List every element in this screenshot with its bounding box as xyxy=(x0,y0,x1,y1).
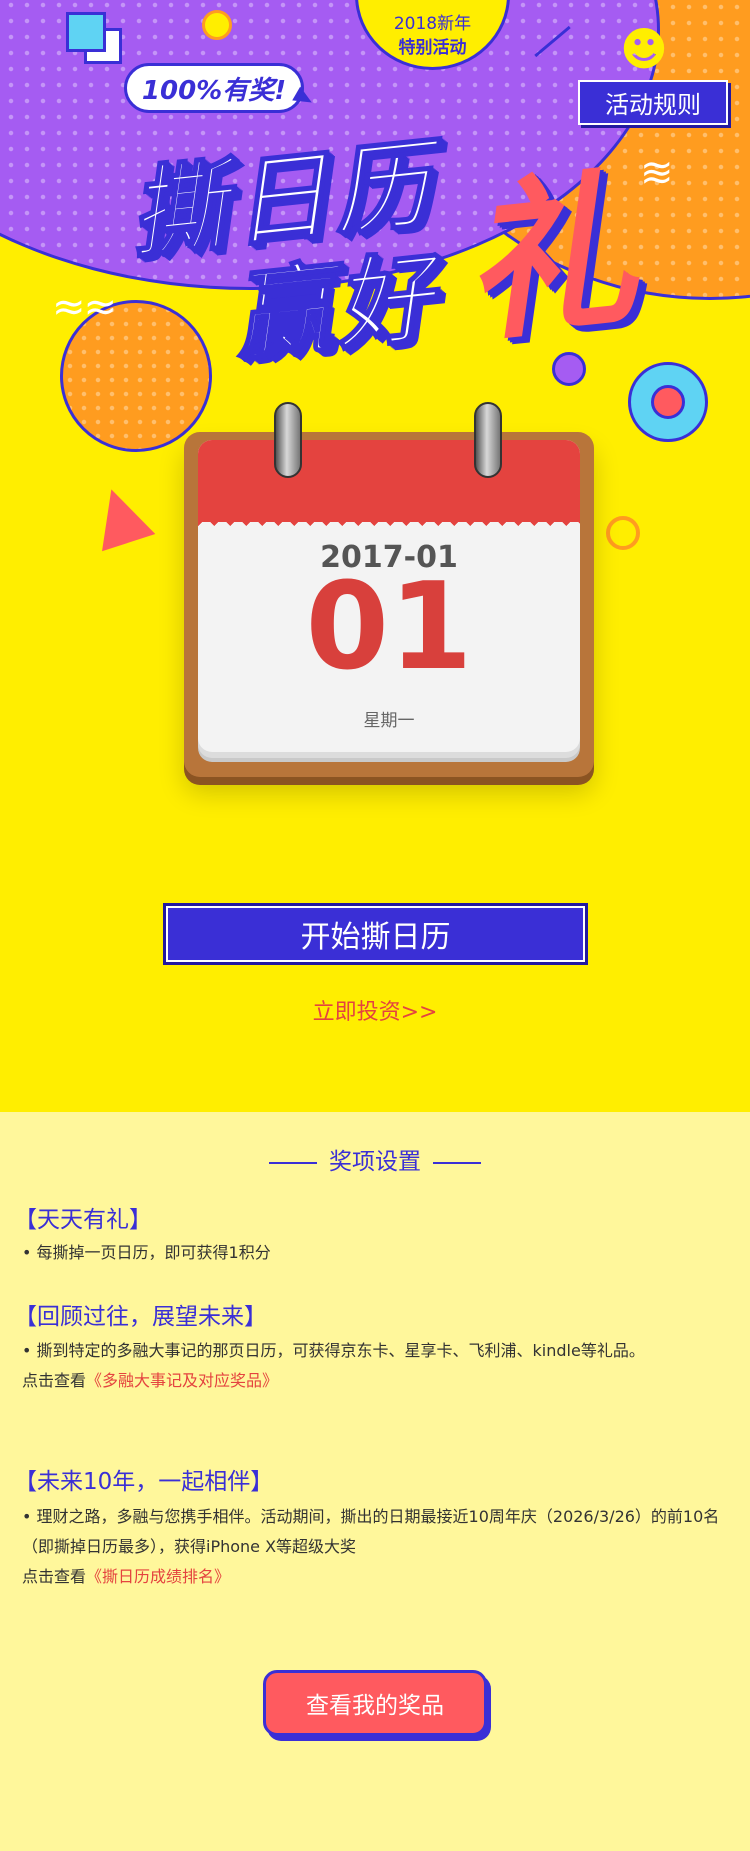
calendar-day: 01 xyxy=(305,558,473,697)
ranking-link[interactable]: 《撕日历成绩排名》 xyxy=(86,1567,230,1586)
future-prize-text: • 理财之路，多融与您携手相伴。活动期间，撕出的日期最接近10周年庆（2026/… xyxy=(22,1507,720,1556)
title-gift: 礼 xyxy=(453,151,644,367)
target-center xyxy=(651,385,685,419)
title-line-2: 赢好 xyxy=(227,240,444,377)
calendar-ring-icon xyxy=(474,402,502,478)
future-link-row: 点击查看《撕日历成绩排名》 xyxy=(22,1562,730,1592)
future-prize-title: 【未来10年，一起相伴】 xyxy=(14,1469,274,1495)
smiley-icon: ☻ xyxy=(620,22,668,76)
badge-subtitle: 特别活动 xyxy=(398,38,467,58)
calendar-weekday: 星期一 xyxy=(363,711,415,731)
calendar-page[interactable]: 2017-01 01 星期一 xyxy=(198,440,580,752)
heading-line-right xyxy=(433,1161,481,1164)
tear-calendar[interactable]: 2017-01 01 星期一 xyxy=(184,402,594,777)
events-prize-link[interactable]: 《多融大事记及对应奖品》 xyxy=(86,1371,278,1390)
prize-section: 奖项设置 【天天有礼】 • 每撕掉一页日历，即可获得1积分 【回顾过往，展望未来… xyxy=(0,1112,750,1851)
daily-prize-title: 【天天有礼】 xyxy=(14,1207,152,1233)
future-prize-block: • 理财之路，多融与您携手相伴。活动期间，撕出的日期最接近10周年庆（2026/… xyxy=(22,1502,730,1592)
future-link-prefix: 点击查看 xyxy=(22,1567,87,1586)
triangle-decoration xyxy=(84,480,156,552)
purple-dot-decoration xyxy=(552,352,586,386)
calendar-ring-icon xyxy=(274,402,302,478)
prize-heading-text: 奖项设置 xyxy=(329,1149,421,1175)
hero-banner: ☻ ≋ 2018新年 特别活动 100%有奖! 活动规则 撕日历 赢好 礼 ≈≈… xyxy=(0,0,750,1112)
cyan-square-decoration xyxy=(66,12,106,52)
calendar-tear-edge xyxy=(198,518,580,534)
review-prize-title: 【回顾过往，展望未来】 xyxy=(14,1304,267,1330)
wave-icon: ≈≈ xyxy=(52,284,117,330)
badge-year: 2018新年 xyxy=(393,14,472,34)
heading-line-left xyxy=(269,1161,317,1164)
target-decoration xyxy=(628,362,708,442)
review-prize-text: • 撕到特定的多融大事记的那页日历，可获得京东卡、星享卡、飞利浦、kindle等… xyxy=(22,1341,645,1360)
invest-now-link[interactable]: 立即投资>> xyxy=(0,994,750,1026)
calendar-header xyxy=(198,440,580,522)
zigzag-icon: ≋ xyxy=(640,150,674,196)
prize-heading: 奖项设置 xyxy=(0,1142,750,1176)
prize-guarantee-pill: 100%有奖! xyxy=(124,63,304,113)
review-prize-block: • 撕到特定的多融大事记的那页日历，可获得京东卡、星享卡、飞利浦、kindle等… xyxy=(22,1336,730,1396)
my-prizes-button[interactable]: 查看我的奖品 xyxy=(263,1670,487,1736)
review-link-row: 点击查看《多融大事记及对应奖品》 xyxy=(22,1366,730,1396)
yellow-dot-decoration xyxy=(202,10,232,40)
orange-ring-decoration xyxy=(606,516,640,550)
start-tearing-button[interactable]: 开始撕日历 xyxy=(163,903,588,965)
review-link-prefix: 点击查看 xyxy=(22,1371,87,1390)
daily-prize-text: • 每撕掉一页日历，即可获得1积分 xyxy=(22,1243,271,1262)
